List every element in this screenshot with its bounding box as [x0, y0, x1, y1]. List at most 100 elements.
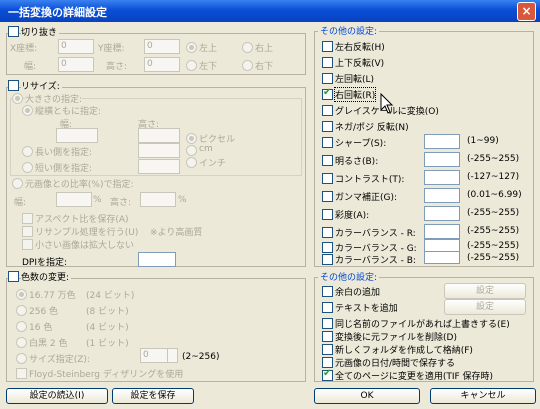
- text-label: テキストを追加: [335, 304, 398, 314]
- nega-label: ネガ/ポジ 反転(N): [335, 123, 409, 133]
- unit-cm-radio[interactable]: [186, 145, 197, 156]
- cancel-button[interactable]: キャンセル: [430, 388, 536, 404]
- sharp-checkbox[interactable]: [322, 137, 333, 148]
- dpi-label: DPIを指定:: [22, 258, 68, 268]
- keepdate-checkbox[interactable]: [322, 357, 333, 368]
- close-button[interactable]: ×: [517, 2, 536, 21]
- enlarge-label: 小さい画像は拡大しない: [35, 241, 135, 251]
- saturation-input[interactable]: [424, 206, 460, 221]
- size-spec-colors-radio[interactable]: [16, 353, 27, 364]
- c256-radio[interactable]: [16, 305, 27, 316]
- both-spec-radio[interactable]: [22, 105, 33, 116]
- ratio-radio[interactable]: [12, 178, 23, 189]
- margin-settings-button[interactable]: 設定: [444, 283, 526, 299]
- contrast-checkbox[interactable]: [322, 173, 333, 184]
- crop-bottomright-radio[interactable]: [242, 60, 253, 71]
- dither-checkbox[interactable]: [16, 368, 27, 379]
- crop-topleft-label: 左上: [199, 44, 218, 54]
- flip-v-checkbox[interactable]: [322, 57, 333, 68]
- other-settings2-label: その他の設定:: [318, 270, 380, 283]
- gamma-input[interactable]: [424, 188, 460, 203]
- resize-width-input[interactable]: [56, 128, 98, 143]
- ratio-width-input[interactable]: [56, 192, 92, 207]
- nega-checkbox[interactable]: [322, 121, 333, 132]
- bright-checkbox[interactable]: [322, 155, 333, 166]
- size-spec-radio[interactable]: [12, 93, 23, 104]
- gamma-checkbox[interactable]: [322, 191, 333, 202]
- short-side-radio[interactable]: [22, 162, 33, 173]
- ratio-width-label: 幅:: [14, 198, 27, 208]
- ok-button[interactable]: OK: [314, 388, 420, 404]
- newfolder-checkbox[interactable]: [322, 344, 333, 355]
- gray-checkbox[interactable]: [322, 105, 333, 116]
- crop-topright-radio[interactable]: [242, 42, 253, 53]
- saturation-checkbox[interactable]: [322, 209, 333, 220]
- crop-bottomleft-label: 左下: [199, 62, 218, 72]
- crop-topright-label: 右上: [255, 44, 274, 54]
- unit-pixel-radio[interactable]: [186, 133, 197, 144]
- bright-input[interactable]: [424, 152, 460, 167]
- colorbalance-b-input[interactable]: [424, 251, 460, 264]
- crop-y-input[interactable]: 0: [144, 39, 180, 54]
- crop-topleft-radio[interactable]: [186, 42, 197, 53]
- title-bar: 一括変換の詳細設定 ×: [0, 0, 540, 22]
- c16m-radio[interactable]: [16, 289, 27, 300]
- allpages-checkbox[interactable]: ✔: [322, 368, 333, 381]
- overwrite-label: 同じ名前のファイルがあれば上書きする(E): [335, 320, 510, 330]
- load-settings-button[interactable]: 設定の読込(I): [6, 388, 108, 404]
- delete-checkbox[interactable]: [322, 331, 333, 342]
- short-side-input[interactable]: [138, 159, 180, 174]
- aspect-checkbox[interactable]: [22, 213, 33, 224]
- overwrite-checkbox[interactable]: [322, 318, 333, 329]
- colorbalance-r-input[interactable]: [424, 224, 460, 239]
- crop-x-input[interactable]: 0: [58, 39, 94, 54]
- rot-left-checkbox[interactable]: [322, 73, 333, 84]
- crop-bottomleft-radio[interactable]: [186, 60, 197, 71]
- long-side-input[interactable]: [138, 143, 180, 158]
- crop-width-input[interactable]: 0: [58, 57, 94, 72]
- contrast-label: コントラスト(T):: [335, 175, 405, 185]
- dither-label: Floyd-Steinberg ディザリングを使用: [29, 370, 184, 380]
- resize-height-input[interactable]: [138, 128, 180, 143]
- crop-height-input[interactable]: 0: [144, 57, 180, 72]
- colorbalance-r-range: (-255~255): [467, 226, 520, 236]
- ratio-height-input[interactable]: [140, 192, 176, 207]
- c16m-label: 16.77 万色: [29, 291, 76, 301]
- contrast-input[interactable]: [424, 170, 460, 185]
- text-checkbox[interactable]: [322, 302, 333, 313]
- contrast-range: (-127~127): [467, 172, 520, 182]
- margin-checkbox[interactable]: [322, 286, 333, 297]
- c16-radio[interactable]: [16, 321, 27, 332]
- ratio-label: 元画像との比率(%)で指定:: [25, 180, 134, 190]
- both-spec-label: 縦横ともに指定:: [35, 107, 102, 117]
- short-side-label: 短い側を指定:: [35, 164, 93, 174]
- sharp-input[interactable]: [424, 134, 460, 149]
- save-settings-button[interactable]: 設定を保存: [112, 388, 194, 404]
- resize-checkbox[interactable]: [8, 80, 19, 91]
- unit-inch-radio[interactable]: [186, 157, 197, 168]
- long-side-radio[interactable]: [22, 146, 33, 157]
- flip-h-checkbox[interactable]: [322, 41, 333, 52]
- size-spec-colors-label: サイズ指定(Z):: [29, 355, 90, 365]
- crop-x-label: X座標:: [10, 44, 38, 54]
- c2-radio[interactable]: [16, 337, 27, 348]
- colorbalance-r-checkbox[interactable]: [322, 227, 333, 238]
- sharp-label: シャープ(S):: [335, 139, 387, 149]
- gamma-label: ガンマ補正(G):: [335, 193, 398, 203]
- colors-checkbox[interactable]: [8, 271, 19, 282]
- rot-left-label: 左回転(L): [335, 75, 375, 85]
- colorbalance-b-checkbox[interactable]: [322, 254, 333, 265]
- ratio-width-percent: %: [93, 195, 102, 205]
- rot-right-checkbox[interactable]: ✔: [322, 87, 333, 100]
- colorbalance-b-label: カラーバランス - B:: [335, 256, 416, 266]
- crop-checkbox[interactable]: [8, 26, 19, 37]
- enlarge-checkbox[interactable]: [22, 239, 33, 250]
- text-settings-button[interactable]: 設定: [444, 299, 526, 315]
- colorbalance-g-checkbox[interactable]: [322, 242, 333, 253]
- dpi-input[interactable]: [138, 252, 176, 267]
- c2-label: 白黒 2 色: [29, 339, 68, 349]
- long-side-label: 長い側を指定:: [35, 148, 93, 158]
- check-icon: ✔: [323, 87, 332, 98]
- color-count-input[interactable]: 0: [140, 348, 178, 363]
- resample-checkbox[interactable]: [22, 226, 33, 237]
